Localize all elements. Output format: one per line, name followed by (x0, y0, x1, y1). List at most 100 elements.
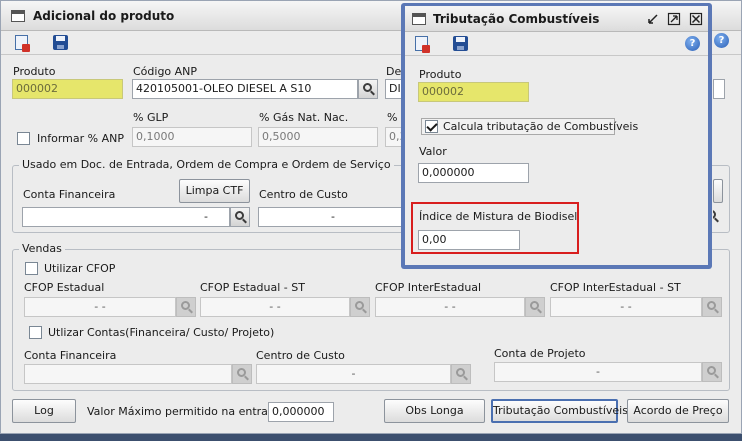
search-icon (237, 368, 246, 377)
popup-help-button[interactable]: ? (685, 36, 700, 51)
search-icon (363, 83, 372, 92)
glp-label: % GLP (133, 111, 169, 124)
gas-nat-field[interactable]: 0,5000 (258, 127, 378, 147)
codigo-anp-label: Código ANP (133, 65, 198, 78)
calcula-tributacao-option[interactable]: Calcula tributação de Combustíveis (421, 118, 638, 135)
vendas-centro-custo-search-button[interactable] (451, 364, 471, 384)
informar-anp-label: Informar % ANP (37, 132, 124, 145)
save-icon (53, 35, 68, 50)
produto-field[interactable]: 000002 (12, 79, 123, 99)
codigo-anp-search-button[interactable] (358, 79, 378, 99)
search-icon (707, 301, 716, 310)
calcula-tributacao-label: Calcula tributação de Combustíveis (443, 120, 639, 133)
codigo-anp-field[interactable]: 420105001-OLEO DIESEL A S10 (132, 79, 358, 99)
gas-nat-label: % Gás Nat. Nac. (259, 111, 349, 124)
popup-close-document-button[interactable] (413, 35, 431, 53)
popup-body: Tributação Combustíveis ? Produto 000002… (405, 6, 708, 265)
window-icon (412, 13, 426, 25)
cfop-estadual-st-field[interactable]: - - (200, 297, 350, 317)
search-icon (235, 211, 244, 220)
search-icon (456, 368, 465, 377)
vendas-group-title: Vendas (19, 242, 65, 255)
vendas-conta-financeira-field[interactable] (24, 364, 232, 384)
popup-titlebar: Tributação Combustíveis (405, 6, 708, 32)
search-icon (530, 301, 539, 310)
close-document-button[interactable] (13, 34, 31, 52)
search-icon (355, 301, 364, 310)
search-icon (181, 301, 190, 310)
usado-conta-financeira-field[interactable]: - (22, 207, 230, 227)
cfop-interestadual-search-button[interactable] (525, 297, 545, 317)
minimize-icon (648, 14, 658, 24)
vendas-conta-projeto-field[interactable]: - (494, 362, 702, 382)
close-icon (689, 12, 703, 26)
cfop-estadual-st-label: CFOP Estadual - ST (200, 281, 305, 294)
acordo-preco-button[interactable]: Acordo de Preço (627, 399, 729, 423)
calcula-tributacao-checkbox[interactable] (425, 120, 438, 133)
popup-produto-label: Produto (419, 68, 462, 81)
cfop-estadual-field[interactable]: - - (24, 297, 176, 317)
search-icon (707, 366, 716, 375)
help-icon: ? (685, 36, 700, 51)
popup-toolbar: ? (405, 32, 708, 56)
background-strip (0, 434, 742, 441)
usado-centro-custo-label: Centro de Custo (259, 188, 348, 201)
utilizar-cfop-label: Utilizar CFOP (44, 262, 116, 275)
popup-maximize-button[interactable] (667, 12, 683, 28)
save-icon (453, 36, 468, 51)
popup-minimize-button[interactable] (646, 12, 662, 28)
popup-close-button[interactable] (689, 12, 705, 28)
tributacao-popup: Tributação Combustíveis ? Produto 000002… (401, 3, 712, 269)
popup-save-button[interactable] (451, 35, 469, 53)
popup-valor-field[interactable]: 0,000000 (418, 163, 529, 183)
main-help-button[interactable]: ? (714, 33, 729, 48)
cfop-interestadual-st-search-button[interactable] (702, 297, 722, 317)
cfop-interestadual-label: CFOP InterEstadual (375, 281, 482, 294)
biodiesel-label: Índice de Mistura de Biodisel (419, 210, 578, 223)
tributacao-combustiveis-button[interactable]: Tributação Combustíveis (491, 399, 628, 423)
usado-em-group-title: Usado em Doc. de Entrada, Ordem de Compr… (19, 158, 394, 171)
popup-title: Tributação Combustíveis (433, 12, 600, 26)
usado-partial-button[interactable] (713, 179, 723, 203)
vendas-centro-custo-label: Centro de Custo (256, 349, 345, 362)
log-button[interactable]: Log (12, 399, 76, 423)
main-partial-field[interactable] (713, 79, 725, 99)
close-document-icon (415, 36, 430, 53)
vendas-conta-financeira-label: Conta Financeira (24, 349, 117, 362)
usado-conta-financeira-label: Conta Financeira (23, 188, 116, 201)
usado-centro-custo-field[interactable]: - (258, 207, 408, 227)
popup-produto-field[interactable]: 000002 (418, 82, 529, 102)
cfop-estadual-st-search-button[interactable] (350, 297, 370, 317)
utilizar-contas-label: Utlizar Contas(Financeira/ Custo/ Projet… (48, 326, 275, 339)
cfop-interestadual-st-field[interactable]: - - (550, 297, 702, 317)
vendas-centro-custo-field[interactable]: - (256, 364, 451, 384)
usado-conta-financeira-value: - (204, 210, 208, 223)
vendas-conta-financeira-search-button[interactable] (232, 364, 252, 384)
search-icon (713, 210, 716, 219)
limpa-ctf-button[interactable]: Limpa CTF (179, 179, 250, 203)
cfop-interestadual-field[interactable]: - - (375, 297, 525, 317)
valor-maximo-label: Valor Máximo permitido na entrada (87, 405, 282, 418)
valor-maximo-field[interactable]: 0,000000 (268, 402, 334, 422)
cfop-estadual-label: CFOP Estadual (24, 281, 105, 294)
vendas-conta-projeto-label: Conta de Projeto (494, 347, 586, 360)
cfop-interestadual-st-label: CFOP InterEstadual - ST (550, 281, 681, 294)
utilizar-contas-checkbox[interactable] (29, 326, 42, 339)
obs-longa-button[interactable]: Obs Longa (384, 399, 485, 423)
cfop-estadual-search-button[interactable] (176, 297, 196, 317)
window-icon (11, 10, 25, 22)
close-document-icon (15, 35, 30, 52)
usado-partial-search[interactable] (713, 207, 723, 227)
biodiesel-field[interactable]: 0,00 (418, 230, 520, 250)
glp-field[interactable]: 0,1000 (132, 127, 252, 147)
main-window-title: Adicional do produto (33, 9, 175, 23)
save-button[interactable] (51, 34, 69, 52)
vendas-conta-projeto-search-button[interactable] (702, 362, 722, 382)
produto-label: Produto (13, 65, 56, 78)
popup-valor-label: Valor (419, 145, 447, 158)
informar-anp-checkbox[interactable] (17, 132, 30, 145)
utilizar-cfop-checkbox[interactable] (25, 262, 38, 275)
maximize-icon (667, 12, 681, 26)
help-icon: ? (714, 33, 729, 48)
usado-conta-financeira-search-button[interactable] (230, 207, 250, 227)
